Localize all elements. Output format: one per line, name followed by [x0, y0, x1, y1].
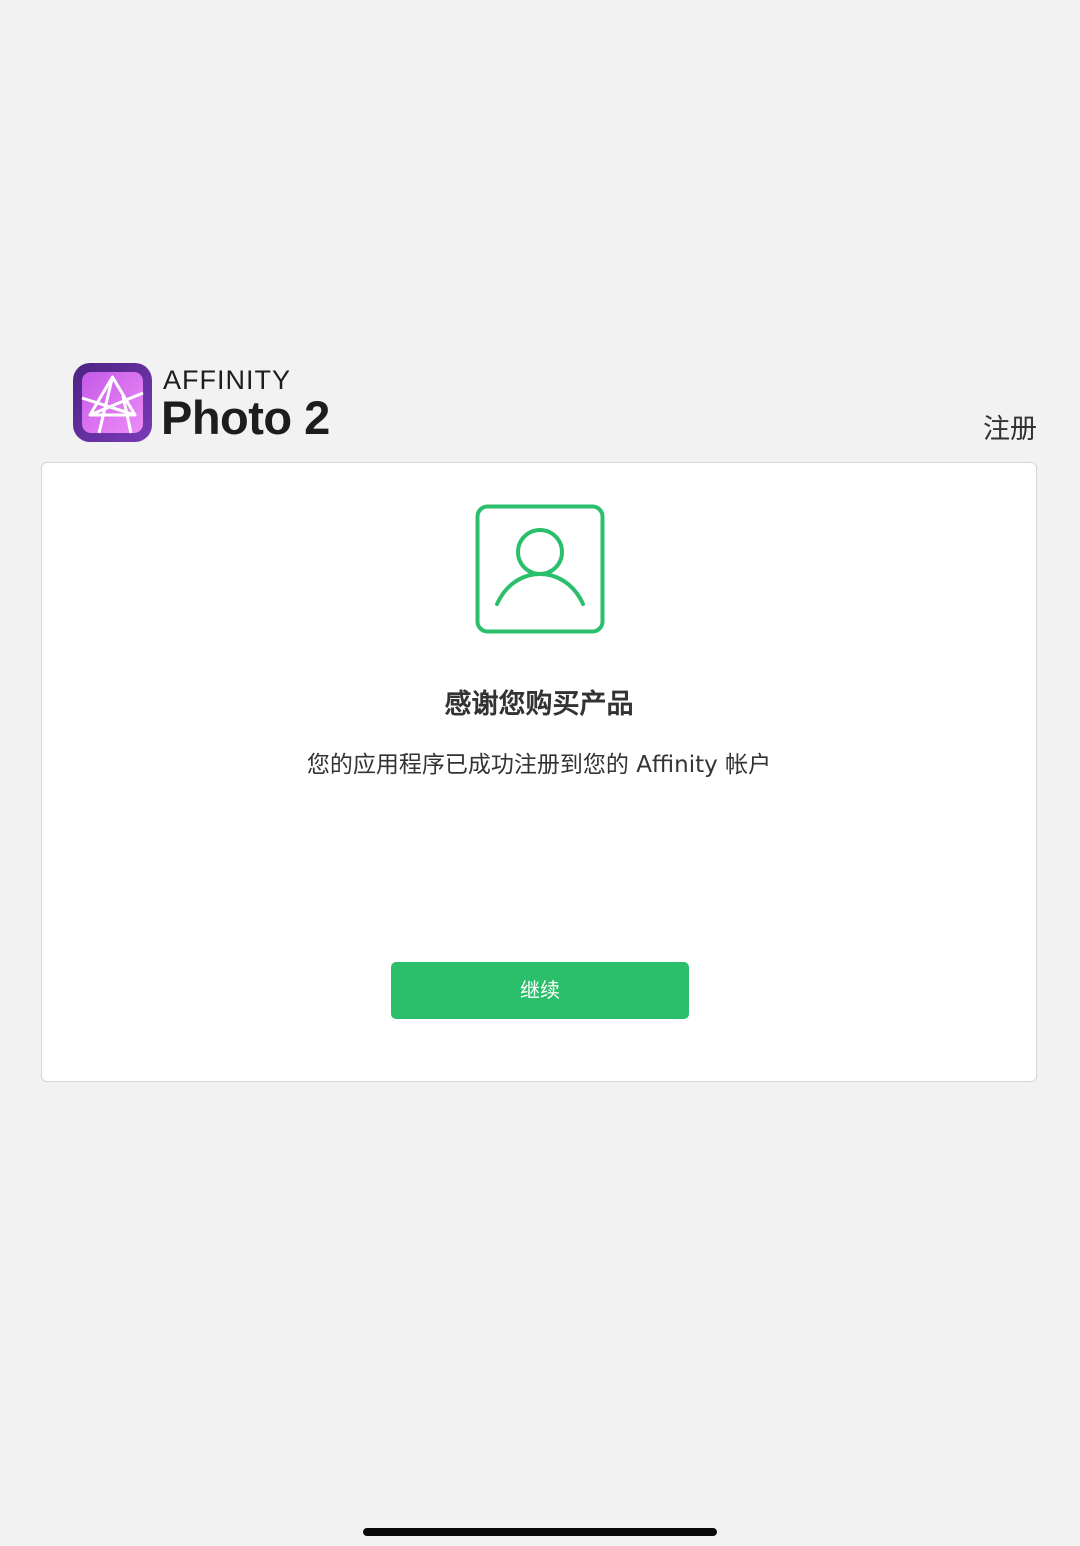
affinity-photo-logo: AFFINITY Photo 2: [73, 363, 343, 445]
continue-button[interactable]: 继续: [391, 962, 689, 1019]
home-indicator[interactable]: [363, 1528, 717, 1536]
registration-success-card: 感谢您购买产品 您的应用程序已成功注册到您的 Affinity 帐户 继续: [41, 462, 1037, 1082]
affinity-photo-aperture-icon: [73, 363, 152, 442]
logo-product-text: Photo 2: [161, 391, 330, 444]
user-account-icon: [475, 504, 605, 634]
registration-message: 您的应用程序已成功注册到您的 Affinity 帐户: [306, 752, 772, 778]
register-link[interactable]: 注册: [983, 410, 1037, 450]
thank-you-title: 感谢您购买产品: [444, 689, 634, 720]
header: AFFINITY Photo 2 注册: [0, 0, 1080, 462]
